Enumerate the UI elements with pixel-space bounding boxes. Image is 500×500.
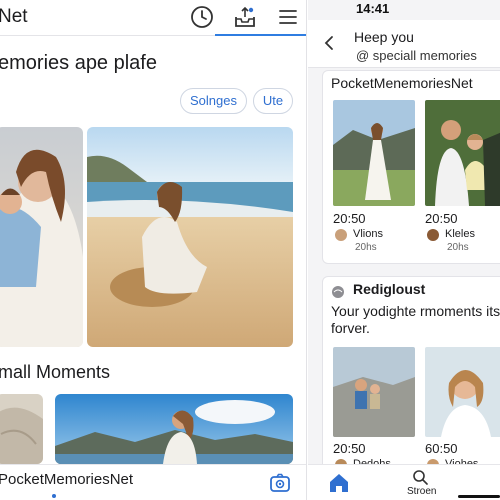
photo-rocks[interactable]	[0, 394, 43, 464]
search-label[interactable]: Stroen	[407, 486, 436, 497]
section-title: mall Moments	[0, 362, 111, 382]
card-title: PocketMenemoriesNet	[331, 75, 473, 91]
item-time-2: 20:50	[425, 211, 458, 226]
photo-mountain-woman[interactable]	[55, 394, 293, 464]
filter-pill-songs[interactable]: Solnges	[180, 88, 247, 114]
globe-icon	[332, 286, 344, 298]
thumb-girl-portrait[interactable]	[425, 347, 500, 437]
app-brand: Net	[0, 6, 28, 27]
filter-pill-ute[interactable]: Ute	[253, 88, 293, 114]
photo-mother-child[interactable]	[0, 127, 83, 347]
active-dot	[52, 494, 56, 498]
item-duration-1: 20hs	[355, 242, 377, 253]
detail-pane: 14:41 Heep you @ speciall memories Pocke…	[308, 0, 500, 500]
avatar	[335, 229, 347, 241]
item-duration-2: 20hs	[447, 242, 469, 253]
page-title: emories ape plafe	[0, 52, 157, 74]
header-line-2: @ speciall memories	[356, 48, 477, 63]
detail-bottom-nav: Stroen	[308, 464, 500, 500]
memory-card-2[interactable]: Redigloust Your yodighte rmoments its fo…	[322, 276, 500, 476]
top-bar: Net	[0, 0, 306, 36]
detail-header: Heep you @ speciall memories	[308, 20, 500, 68]
card-subtitle-1: Your yodighte rmoments its	[331, 303, 500, 319]
inbox-upload-icon[interactable]	[232, 4, 258, 30]
card-subtitle-2: forver.	[331, 320, 370, 336]
bottom-bar: PocketMemoriesNet	[0, 464, 306, 500]
menu-icon[interactable]	[276, 4, 302, 30]
home-icon[interactable]	[328, 473, 350, 493]
active-tab-indicator	[215, 34, 306, 36]
card-title: Redigloust	[353, 281, 426, 297]
back-chevron-icon[interactable]	[322, 34, 336, 52]
item-time-3: 20:50	[333, 441, 366, 456]
thumb-kids-rocks[interactable]	[333, 347, 415, 437]
bottom-brand[interactable]: PocketMemoriesNet	[0, 471, 133, 488]
search-icon[interactable]	[412, 469, 428, 485]
item-name-1: Vlions	[353, 228, 383, 240]
header-line-1: Heep you	[354, 29, 414, 45]
thumb-bride[interactable]	[333, 100, 415, 206]
item-time-4: 60:50	[425, 441, 458, 456]
item-time-1: 20:50	[333, 211, 366, 226]
thumb-father-child[interactable]	[425, 100, 500, 206]
photo-beach-woman[interactable]	[87, 127, 293, 347]
status-time: 14:41	[356, 1, 390, 16]
item-name-2: Kleles	[445, 228, 475, 240]
avatar	[427, 229, 439, 241]
memory-card-1[interactable]: PocketMenemoriesNet 20:50 Vlions 20hs 20…	[322, 70, 500, 264]
home-indicator	[458, 495, 500, 498]
clock-icon[interactable]	[189, 4, 215, 30]
main-pane: Net emories ape plafe Solnges Ute mall M…	[0, 0, 307, 500]
camera-refresh-icon[interactable]	[268, 471, 292, 495]
